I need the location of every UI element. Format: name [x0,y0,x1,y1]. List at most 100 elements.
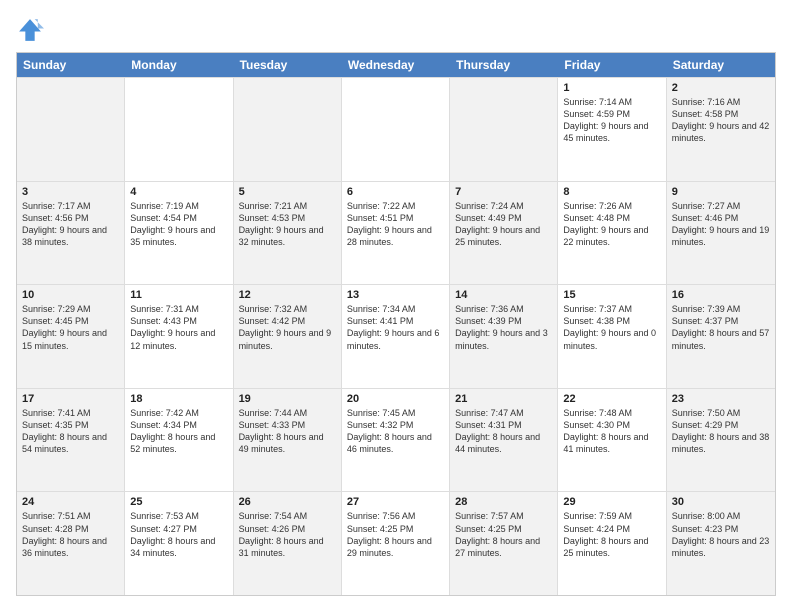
calendar-cell: 7 Sunrise: 7:24 AM Sunset: 4:49 PM Daylig… [450,182,558,285]
calendar-cell: 2 Sunrise: 7:16 AM Sunset: 4:58 PM Daylig… [667,78,775,181]
day-number: 7 [455,186,552,198]
calendar-cell: 25 Sunrise: 7:53 AM Sunset: 4:27 PM Dayli… [125,492,233,595]
day-number: 11 [130,289,227,301]
calendar-cell: 27 Sunrise: 7:56 AM Sunset: 4:25 PM Dayli… [342,492,450,595]
calendar-body: 1Sunrise: 7:14 AM Sunset: 4:59 PM Daylig… [17,77,775,595]
day-info: Sunrise: 7:54 AM Sunset: 4:26 PM Dayligh… [239,510,336,559]
calendar-cell: 18Sunrise: 7:42 AM Sunset: 4:34 PM Dayli… [125,389,233,492]
day-info: Sunrise: 7:36 AM Sunset: 4:39 PM Dayligh… [455,303,552,352]
calendar-cell: 11 Sunrise: 7:31 AM Sunset: 4:43 PM Dayli… [125,285,233,388]
calendar-cell: 17Sunrise: 7:41 AM Sunset: 4:35 PM Dayli… [17,389,125,492]
day-number: 19 [239,393,336,405]
calendar-cell: 8Sunrise: 7:26 AM Sunset: 4:48 PM Daylig… [558,182,666,285]
calendar-row-1: 3 Sunrise: 7:17 AM Sunset: 4:56 PM Daylig… [17,181,775,285]
calendar-cell: 6 Sunrise: 7:22 AM Sunset: 4:51 PM Daylig… [342,182,450,285]
weekday-header-friday: Friday [558,53,666,77]
day-info: Sunrise: 7:45 AM Sunset: 4:32 PM Dayligh… [347,407,444,456]
calendar-cell: 5 Sunrise: 7:21 AM Sunset: 4:53 PM Daylig… [234,182,342,285]
day-info: Sunrise: 7:44 AM Sunset: 4:33 PM Dayligh… [239,407,336,456]
day-info: Sunrise: 7:22 AM Sunset: 4:51 PM Dayligh… [347,200,444,249]
day-info: Sunrise: 7:34 AM Sunset: 4:41 PM Dayligh… [347,303,444,352]
calendar-cell: 20 Sunrise: 7:45 AM Sunset: 4:32 PM Dayli… [342,389,450,492]
calendar-cell [234,78,342,181]
calendar-row-4: 24 Sunrise: 7:51 AM Sunset: 4:28 PM Dayli… [17,491,775,595]
day-number: 30 [672,496,770,508]
page: SundayMondayTuesdayWednesdayThursdayFrid… [0,0,792,612]
logo [16,16,48,44]
calendar-cell [342,78,450,181]
day-info: Sunrise: 7:39 AM Sunset: 4:37 PM Dayligh… [672,303,770,352]
day-number: 4 [130,186,227,198]
day-info: Sunrise: 7:32 AM Sunset: 4:42 PM Dayligh… [239,303,336,352]
calendar-cell [17,78,125,181]
calendar-cell: 9 Sunrise: 7:27 AM Sunset: 4:46 PM Daylig… [667,182,775,285]
day-info: Sunrise: 7:47 AM Sunset: 4:31 PM Dayligh… [455,407,552,456]
day-number: 2 [672,82,770,94]
day-number: 12 [239,289,336,301]
day-number: 18 [130,393,227,405]
calendar-cell: 3 Sunrise: 7:17 AM Sunset: 4:56 PM Daylig… [17,182,125,285]
day-info: Sunrise: 7:24 AM Sunset: 4:49 PM Dayligh… [455,200,552,249]
day-info: Sunrise: 7:26 AM Sunset: 4:48 PM Dayligh… [563,200,660,249]
calendar-cell: 12 Sunrise: 7:32 AM Sunset: 4:42 PM Dayli… [234,285,342,388]
day-number: 24 [22,496,119,508]
calendar-cell: 15 Sunrise: 7:37 AM Sunset: 4:38 PM Dayli… [558,285,666,388]
day-number: 25 [130,496,227,508]
day-number: 29 [563,496,660,508]
calendar-row-0: 1Sunrise: 7:14 AM Sunset: 4:59 PM Daylig… [17,77,775,181]
calendar-cell: 19 Sunrise: 7:44 AM Sunset: 4:33 PM Dayli… [234,389,342,492]
header [16,16,776,44]
weekday-header-tuesday: Tuesday [234,53,342,77]
day-number: 1 [563,82,660,94]
day-number: 9 [672,186,770,198]
day-info: Sunrise: 7:51 AM Sunset: 4:28 PM Dayligh… [22,510,119,559]
day-number: 22 [563,393,660,405]
day-info: Sunrise: 7:50 AM Sunset: 4:29 PM Dayligh… [672,407,770,456]
day-number: 20 [347,393,444,405]
day-number: 26 [239,496,336,508]
calendar-cell: 14 Sunrise: 7:36 AM Sunset: 4:39 PM Dayli… [450,285,558,388]
calendar-cell: 21 Sunrise: 7:47 AM Sunset: 4:31 PM Dayli… [450,389,558,492]
day-info: Sunrise: 7:57 AM Sunset: 4:25 PM Dayligh… [455,510,552,559]
day-info: Sunrise: 7:37 AM Sunset: 4:38 PM Dayligh… [563,303,660,352]
logo-icon [16,16,44,44]
calendar: SundayMondayTuesdayWednesdayThursdayFrid… [16,52,776,596]
day-number: 28 [455,496,552,508]
day-number: 14 [455,289,552,301]
day-number: 13 [347,289,444,301]
calendar-cell: 28 Sunrise: 7:57 AM Sunset: 4:25 PM Dayli… [450,492,558,595]
calendar-cell [450,78,558,181]
day-number: 6 [347,186,444,198]
calendar-row-2: 10 Sunrise: 7:29 AM Sunset: 4:45 PM Dayli… [17,284,775,388]
day-info: Sunrise: 7:29 AM Sunset: 4:45 PM Dayligh… [22,303,119,352]
day-number: 10 [22,289,119,301]
calendar-row-3: 17Sunrise: 7:41 AM Sunset: 4:35 PM Dayli… [17,388,775,492]
day-info: Sunrise: 8:00 AM Sunset: 4:23 PM Dayligh… [672,510,770,559]
day-info: Sunrise: 7:48 AM Sunset: 4:30 PM Dayligh… [563,407,660,456]
weekday-header-wednesday: Wednesday [342,53,450,77]
day-info: Sunrise: 7:17 AM Sunset: 4:56 PM Dayligh… [22,200,119,249]
calendar-cell: 26 Sunrise: 7:54 AM Sunset: 4:26 PM Dayli… [234,492,342,595]
weekday-header-saturday: Saturday [667,53,775,77]
calendar-cell: 16Sunrise: 7:39 AM Sunset: 4:37 PM Dayli… [667,285,775,388]
weekday-header-sunday: Sunday [17,53,125,77]
day-number: 5 [239,186,336,198]
day-info: Sunrise: 7:16 AM Sunset: 4:58 PM Dayligh… [672,96,770,145]
day-info: Sunrise: 7:19 AM Sunset: 4:54 PM Dayligh… [130,200,227,249]
day-info: Sunrise: 7:27 AM Sunset: 4:46 PM Dayligh… [672,200,770,249]
day-info: Sunrise: 7:31 AM Sunset: 4:43 PM Dayligh… [130,303,227,352]
weekday-header-thursday: Thursday [450,53,558,77]
day-number: 23 [672,393,770,405]
calendar-cell: 13 Sunrise: 7:34 AM Sunset: 4:41 PM Dayli… [342,285,450,388]
day-number: 27 [347,496,444,508]
day-number: 3 [22,186,119,198]
day-number: 21 [455,393,552,405]
day-info: Sunrise: 7:21 AM Sunset: 4:53 PM Dayligh… [239,200,336,249]
day-number: 17 [22,393,119,405]
day-info: Sunrise: 7:56 AM Sunset: 4:25 PM Dayligh… [347,510,444,559]
day-number: 15 [563,289,660,301]
day-info: Sunrise: 7:59 AM Sunset: 4:24 PM Dayligh… [563,510,660,559]
calendar-cell: 29 Sunrise: 7:59 AM Sunset: 4:24 PM Dayli… [558,492,666,595]
calendar-cell [125,78,233,181]
day-info: Sunrise: 7:53 AM Sunset: 4:27 PM Dayligh… [130,510,227,559]
